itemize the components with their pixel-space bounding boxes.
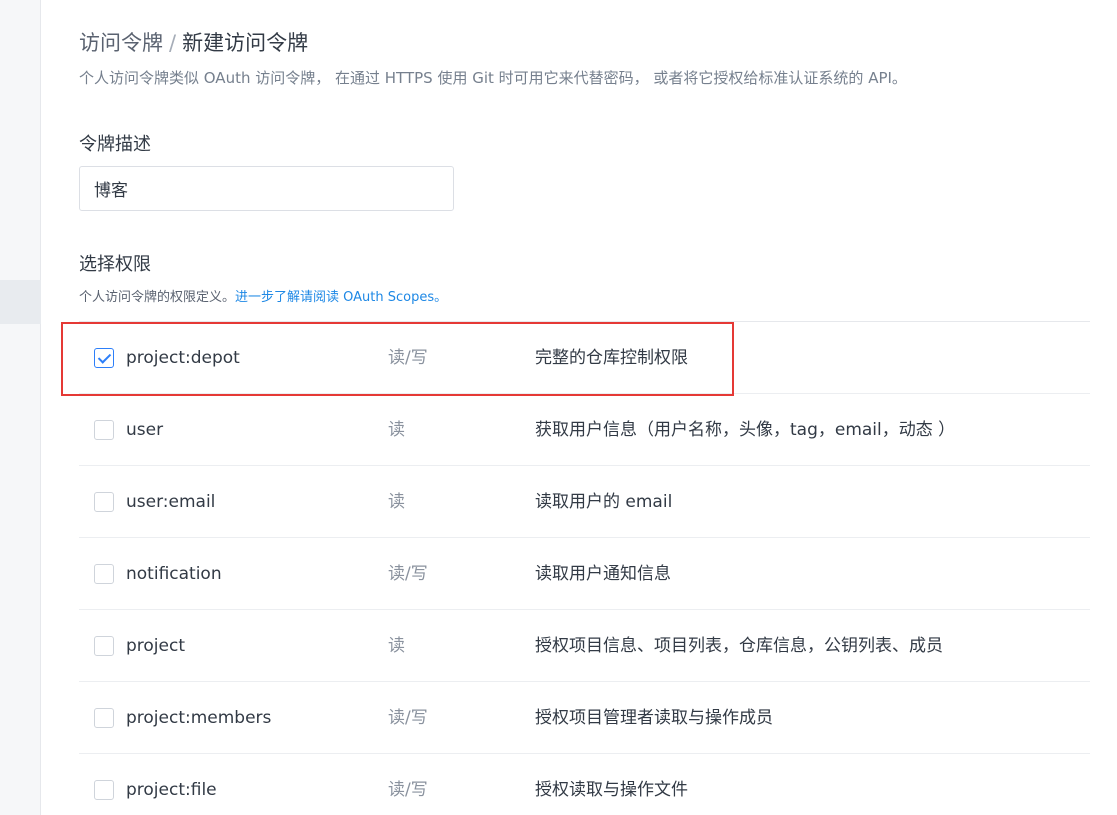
scope-section-label: 选择权限	[79, 254, 151, 275]
scope-row: notification 读/写 读取用户通知信息	[79, 538, 1090, 610]
scope-row: project:depot 读/写 完整的仓库控制权限	[79, 322, 1090, 394]
scope-checkbox[interactable]	[94, 564, 114, 584]
scope-checkbox-checked[interactable]	[94, 348, 114, 368]
scope-row: user 读 获取用户信息（用户名称，头像，tag，email，动态 ）	[79, 394, 1090, 466]
left-sidebar	[0, 0, 41, 815]
scope-checkbox[interactable]	[94, 708, 114, 728]
scope-description: 授权项目管理者读取与操作成员	[535, 708, 773, 728]
intro-text: 个人访问令牌类似 OAuth 访问令牌， 在通过 HTTPS 使用 Git 时可…	[79, 69, 907, 87]
oauth-scopes-link[interactable]: 进一步了解请阅读 OAuth Scopes。	[235, 290, 447, 305]
scope-access: 读	[388, 420, 405, 440]
page-title: 新建访问令牌	[182, 31, 309, 55]
breadcrumb: 访问令牌 / 新建访问令牌	[79, 28, 308, 58]
scope-access: 读/写	[388, 708, 428, 728]
token-description-input[interactable]	[79, 166, 454, 211]
scope-row: project:members 读/写 授权项目管理者读取与操作成员	[79, 682, 1090, 754]
scope-row: project:file 读/写 授权读取与操作文件	[79, 754, 1090, 815]
scope-description: 读取用户通知信息	[535, 564, 671, 584]
scope-description: 授权项目信息、项目列表，仓库信息，公钥列表、成员	[535, 636, 943, 656]
scope-description: 读取用户的 email	[535, 492, 673, 512]
scope-hint-text: 个人访问令牌的权限定义。	[79, 290, 236, 305]
breadcrumb-separator: /	[169, 31, 177, 55]
scope-checkbox[interactable]	[94, 780, 114, 800]
token-description-label: 令牌描述	[79, 134, 151, 155]
scope-name: user	[126, 420, 164, 440]
scope-description: 完整的仓库控制权限	[535, 348, 688, 368]
scope-name: notification	[126, 564, 222, 584]
scope-checkbox[interactable]	[94, 420, 114, 440]
scope-name: project:depot	[126, 348, 240, 368]
scope-checkbox[interactable]	[94, 492, 114, 512]
scope-access: 读/写	[388, 348, 428, 368]
scope-access: 读/写	[388, 780, 428, 800]
scope-row: user:email 读 读取用户的 email	[79, 466, 1090, 538]
scope-description: 获取用户信息（用户名称，头像，tag，email，动态 ）	[535, 420, 956, 440]
scope-name: project	[126, 636, 186, 656]
scope-row: project 读 授权项目信息、项目列表，仓库信息，公钥列表、成员	[79, 610, 1090, 682]
sidebar-active-item[interactable]	[0, 280, 41, 324]
scope-name: user:email	[126, 492, 216, 512]
scope-table: project:depot 读/写 完整的仓库控制权限 user 读 获取用户信…	[79, 321, 1090, 815]
scope-checkbox[interactable]	[94, 636, 114, 656]
breadcrumb-root-link[interactable]: 访问令牌	[79, 31, 163, 55]
scope-name: project:members	[126, 708, 272, 728]
scope-access: 读	[388, 492, 405, 512]
scope-description: 授权读取与操作文件	[535, 780, 688, 800]
scope-hint: 个人访问令牌的权限定义。进一步了解请阅读 OAuth Scopes。	[79, 288, 447, 308]
scope-name: project:file	[126, 780, 217, 800]
scope-access: 读/写	[388, 564, 428, 584]
scope-access: 读	[388, 636, 405, 656]
